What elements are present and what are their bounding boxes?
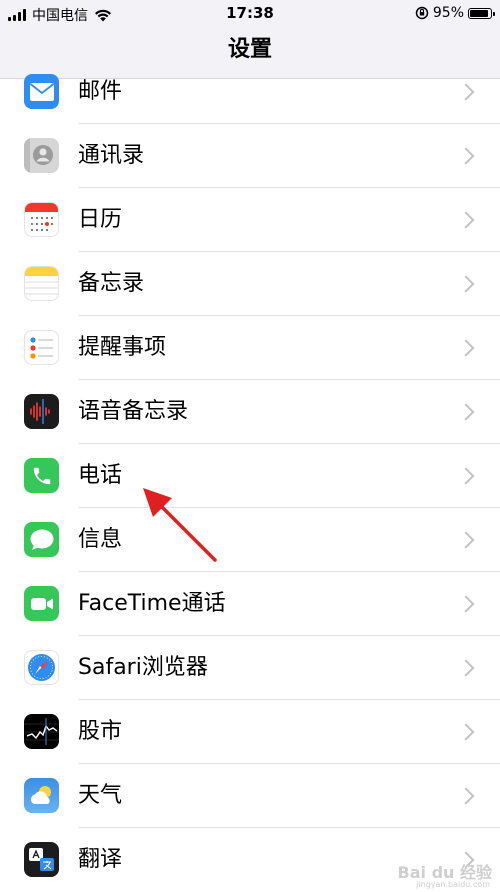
chevron-right-icon (457, 787, 475, 805)
settings-row-reminders[interactable]: 提醒事项 (0, 316, 500, 380)
settings-row-label: FaceTime通话 (78, 591, 226, 616)
settings-row-label: 邮件 (78, 79, 123, 104)
settings-row-label: 日历 (78, 207, 123, 232)
settings-row-weather[interactable]: 天气 (0, 764, 500, 828)
translate-icon (24, 842, 59, 877)
settings-row-facetime[interactable]: FaceTime通话 (0, 572, 500, 636)
status-bar: 中国电信 17:38 95% (0, 0, 500, 28)
chevron-right-icon (457, 403, 475, 421)
chevron-right-icon (457, 659, 475, 677)
battery-percent: 95% (432, 5, 464, 21)
settings-row-label: 电话 (78, 463, 123, 488)
settings-row-label: 语音备忘录 (78, 399, 189, 424)
chevron-right-icon (457, 147, 475, 165)
status-right: 95% (415, 5, 495, 21)
settings-row-phone[interactable]: 电话 (0, 444, 500, 508)
chevron-right-icon (457, 531, 475, 549)
stocks-icon (24, 714, 59, 749)
settings-row-label: 翻译 (78, 847, 123, 872)
settings-row-stocks[interactable]: 股市 (0, 700, 500, 764)
facetime-icon (24, 586, 59, 621)
chevron-right-icon (457, 723, 475, 741)
calendar-icon (24, 202, 59, 237)
chevron-right-icon (457, 595, 475, 613)
settings-row-label: Safari浏览器 (78, 655, 208, 680)
settings-row-mail[interactable]: 邮件 (0, 60, 500, 124)
chevron-right-icon (457, 339, 475, 357)
settings-row-label: 天气 (78, 783, 123, 808)
phone-icon (24, 458, 59, 493)
mail-icon (24, 74, 59, 109)
settings-row-notes[interactable]: 备忘录 (0, 252, 500, 316)
settings-row-label: 备忘录 (78, 271, 145, 296)
chevron-right-icon (457, 275, 475, 293)
battery-level (470, 9, 489, 17)
messages-icon (24, 522, 59, 557)
chevron-right-icon (457, 211, 475, 229)
settings-row-calendar[interactable]: 日历 (0, 188, 500, 252)
settings-list: 邮件 通讯录 日历 备忘录 提醒事项 语音备忘录 电话 信息 FaceTime通… (0, 60, 500, 892)
settings-row-messages[interactable]: 信息 (0, 508, 500, 572)
settings-row-safari[interactable]: Safari浏览器 (0, 636, 500, 700)
chevron-right-icon (457, 467, 475, 485)
battery-icon (468, 7, 495, 19)
weather-icon (24, 778, 59, 813)
orientation-lock-icon (415, 6, 429, 20)
reminders-icon (24, 330, 59, 365)
voice-memos-icon (24, 394, 59, 429)
settings-row-label: 提醒事项 (78, 335, 167, 360)
contacts-icon (24, 138, 59, 173)
settings-row-label: 信息 (78, 527, 123, 552)
settings-row-voice-memos[interactable]: 语音备忘录 (0, 380, 500, 444)
settings-row-contacts[interactable]: 通讯录 (0, 124, 500, 188)
settings-row-label: 股市 (78, 719, 123, 744)
settings-row-label: 通讯录 (78, 143, 145, 168)
safari-icon (24, 650, 59, 685)
chevron-right-icon (457, 83, 475, 101)
baidu-watermark-url: jingyan.baidu.com (416, 880, 490, 889)
notes-icon (24, 266, 59, 301)
